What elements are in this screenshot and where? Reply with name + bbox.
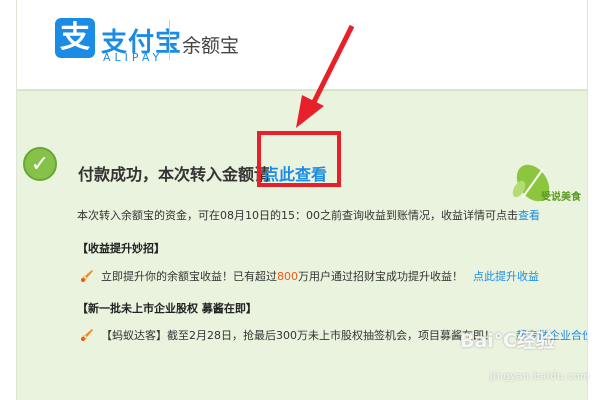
- badge-text: 受说美食: [541, 192, 581, 203]
- boost-yield-link[interactable]: 点此提升收益: [473, 268, 539, 284]
- product-name: 余额宝: [182, 35, 240, 57]
- watermark-url: jingyan.baidu.com: [490, 372, 591, 382]
- result-panel: ✓ 付款成功，本次转入金额请 点此查看 受说美食 本次转入余额宝的资金，可在08…: [17, 90, 587, 400]
- rocket-icon: [81, 329, 93, 341]
- rocket-icon: [81, 270, 93, 282]
- description-view-link[interactable]: 查看: [518, 209, 540, 222]
- user-count-highlight: 800: [277, 269, 298, 283]
- alipay-logo-icon[interactable]: 支: [55, 18, 95, 58]
- section-title-yield: 【收益提升妙招】: [77, 242, 165, 255]
- promo-equity-text: 【蚂蚁达客】截至2月28日，抢最后300万未上市股权抽签机会，项目募酱在即！: [101, 329, 495, 342]
- page-header: 支 支付宝 ALIPAY 余额宝: [17, 0, 587, 90]
- success-message: 付款成功，本次转入金额请: [78, 165, 271, 184]
- logo-text-en: ALIPAY: [103, 51, 164, 64]
- header-divider: [169, 20, 170, 60]
- watermark-logo: Bai℃经验: [460, 330, 555, 352]
- description-body: 本次转入余额宝的资金，可在08月10日的15：00之前查询收益到账情况，收益详情…: [77, 209, 518, 222]
- promo-yield-text-after: 万用户通过招财宝成功提升收益！: [298, 270, 463, 283]
- description-text: 本次转入余额宝的资金，可在08月10日的15：00之前查询收益到账情况，收益详情…: [77, 207, 540, 223]
- promo-row-yield: 立即提升你的余额宝收益！已有超过 800 万用户通过招财宝成功提升收益！ 点此提升收…: [79, 268, 539, 284]
- check-circle-icon: ✓: [23, 147, 57, 181]
- annotation-highlight-box: [257, 131, 341, 187]
- promo-yield-text-before: 立即提升你的余额宝收益！已有超过: [101, 270, 277, 283]
- section-title-equity: 【新一批未上市企业股权 募酱在即】: [77, 302, 257, 315]
